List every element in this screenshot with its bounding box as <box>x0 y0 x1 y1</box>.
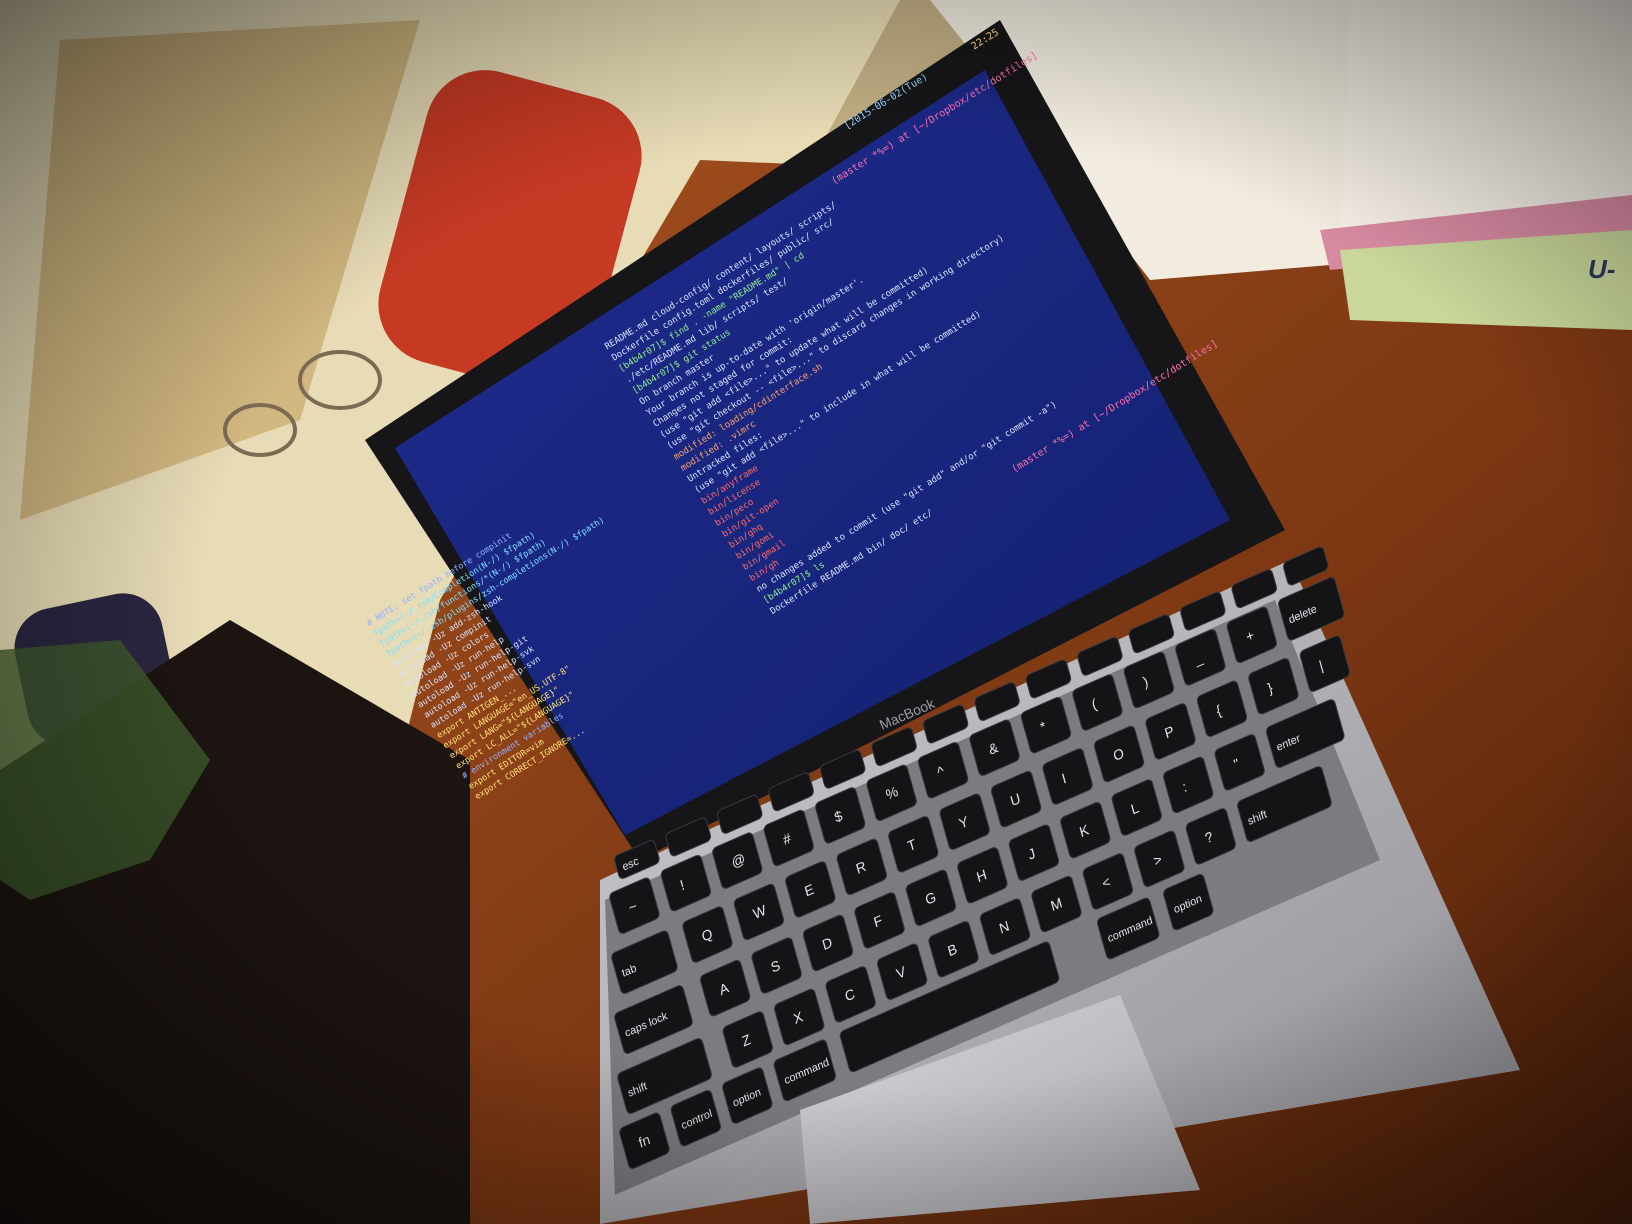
photo-scene: U- MacBook [2015-06-02(Tue) 22:25 (maste… <box>0 0 1632 1224</box>
book-cover-text: U- <box>1588 254 1615 284</box>
